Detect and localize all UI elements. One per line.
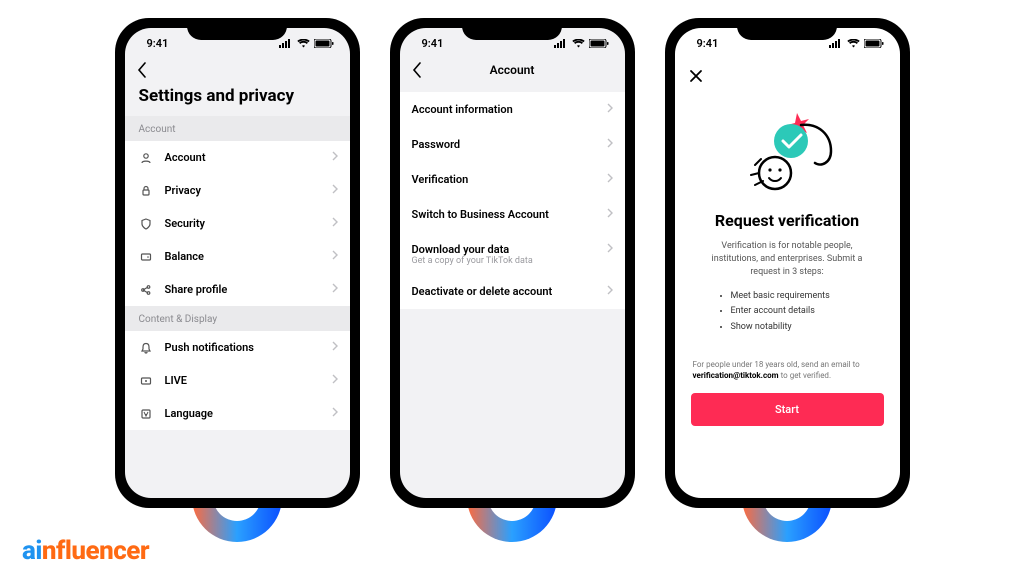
row-label: Security xyxy=(165,217,205,230)
ainfluencer-logo: ainfluencer xyxy=(22,536,149,566)
chevron-right-icon xyxy=(607,103,613,116)
phone-frame: 9:41 Account Account information xyxy=(390,18,635,508)
row-label: Password xyxy=(412,138,461,151)
phone-frame: 9:41 Settings and privacy Account Accoun xyxy=(115,18,360,508)
page-title: Settings and privacy xyxy=(125,86,350,116)
row-download-data[interactable]: Download your data xyxy=(400,232,625,260)
phone-notch xyxy=(187,18,287,40)
chevron-right-icon xyxy=(607,173,613,186)
row-language[interactable]: Language xyxy=(125,397,350,430)
wallet-icon xyxy=(137,251,155,263)
chevron-right-icon xyxy=(332,407,338,420)
bell-icon xyxy=(137,342,155,354)
signal-icon xyxy=(279,39,293,48)
battery-icon xyxy=(864,39,884,48)
section-header-content: Content & Display xyxy=(125,306,350,331)
row-share-profile[interactable]: Share profile xyxy=(125,273,350,306)
step-item: Show notability xyxy=(731,320,900,335)
status-time: 9:41 xyxy=(697,37,719,50)
row-label: Privacy xyxy=(165,184,201,197)
wifi-icon xyxy=(297,39,310,48)
shield-icon xyxy=(137,218,155,230)
phone-notch xyxy=(737,18,837,40)
row-push-notifications[interactable]: Push notifications xyxy=(125,331,350,364)
row-deactivate[interactable]: Deactivate or delete account xyxy=(400,274,625,309)
row-password[interactable]: Password xyxy=(400,127,625,162)
row-verification[interactable]: Verification xyxy=(400,162,625,197)
signal-icon xyxy=(554,39,568,48)
row-account-information[interactable]: Account information xyxy=(400,92,625,127)
phone-notch xyxy=(462,18,562,40)
phone-frame: 9:41 xyxy=(665,18,910,508)
chevron-right-icon xyxy=(607,208,613,221)
chevron-right-icon xyxy=(332,374,338,387)
row-label: LIVE xyxy=(165,374,187,387)
battery-icon xyxy=(589,39,609,48)
section-header-account: Account xyxy=(125,116,350,141)
row-label: Deactivate or delete account xyxy=(412,285,553,298)
nav-title: Account xyxy=(400,63,625,77)
row-label: Switch to Business Account xyxy=(412,208,549,221)
chevron-right-icon xyxy=(332,151,338,164)
nav-bar xyxy=(125,58,350,86)
wifi-icon xyxy=(847,39,860,48)
share-icon xyxy=(137,284,155,296)
row-account[interactable]: Account xyxy=(125,141,350,174)
request-verification-title: Request verification xyxy=(675,203,900,240)
status-time: 9:41 xyxy=(147,37,169,50)
back-icon[interactable] xyxy=(137,62,147,78)
verification-illustration xyxy=(675,87,900,203)
step-item: Enter account details xyxy=(731,304,900,319)
row-label: Share profile xyxy=(165,283,228,296)
language-icon xyxy=(137,408,155,420)
chevron-right-icon xyxy=(332,184,338,197)
start-button[interactable]: Start xyxy=(691,393,884,426)
chevron-right-icon xyxy=(607,138,613,151)
chevron-right-icon xyxy=(607,285,613,298)
row-label: Balance xyxy=(165,250,204,263)
row-privacy[interactable]: Privacy xyxy=(125,174,350,207)
chevron-right-icon xyxy=(332,283,338,296)
row-security[interactable]: Security xyxy=(125,207,350,240)
battery-icon xyxy=(314,39,334,48)
row-label: Account information xyxy=(412,103,513,116)
row-label: Language xyxy=(165,407,213,420)
chevron-right-icon xyxy=(607,243,613,256)
verification-steps-list: Meet basic requirements Enter account de… xyxy=(675,289,900,335)
wifi-icon xyxy=(572,39,585,48)
live-icon xyxy=(137,375,155,387)
nav-bar: Account xyxy=(400,58,625,86)
lock-icon xyxy=(137,185,155,197)
row-label: Account xyxy=(165,151,206,164)
row-switch-business[interactable]: Switch to Business Account xyxy=(400,197,625,232)
row-balance[interactable]: Balance xyxy=(125,240,350,273)
row-label: Download your data xyxy=(412,243,510,256)
signal-icon xyxy=(829,39,843,48)
row-live[interactable]: LIVE xyxy=(125,364,350,397)
chevron-right-icon xyxy=(332,250,338,263)
person-icon xyxy=(137,152,155,164)
chevron-right-icon xyxy=(332,217,338,230)
request-verification-desc: Verification is for notable people, inst… xyxy=(675,240,900,289)
under-18-note: For people under 18 years old, send an e… xyxy=(675,335,900,389)
step-item: Meet basic requirements xyxy=(731,289,900,304)
close-icon[interactable] xyxy=(675,58,900,87)
row-label: Verification xyxy=(412,173,469,186)
chevron-right-icon xyxy=(332,341,338,354)
row-label: Push notifications xyxy=(165,341,254,354)
status-time: 9:41 xyxy=(422,37,444,50)
